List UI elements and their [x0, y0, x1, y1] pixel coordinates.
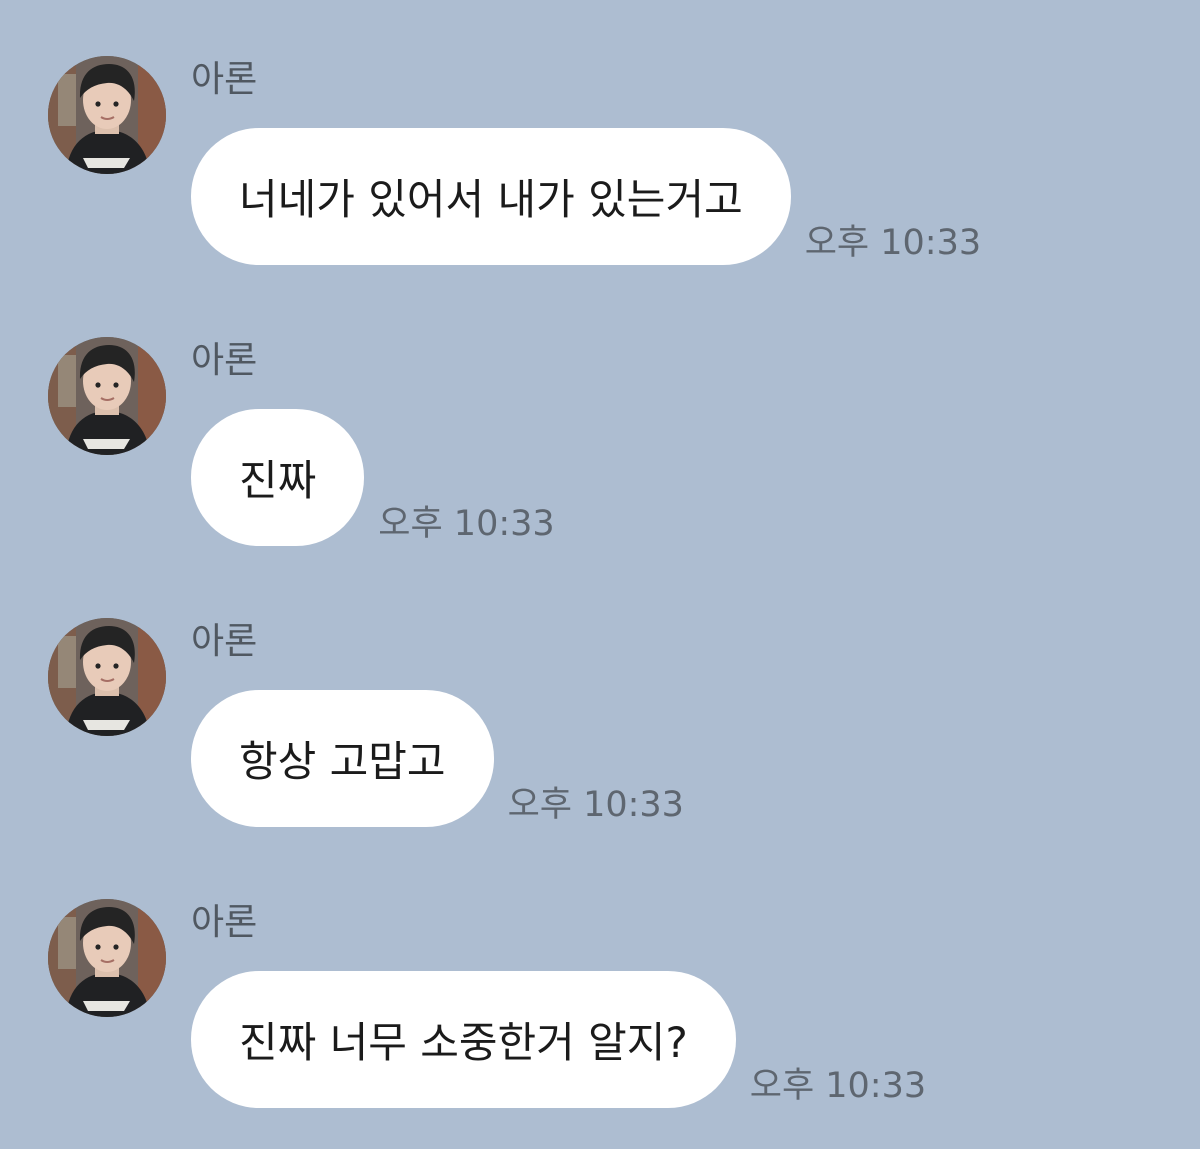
message-row: 너네가 있어서 내가 있는거고 오후 10:33 — [191, 128, 981, 265]
sender-name: 아론 — [191, 340, 258, 381]
message-group: 아론 너네가 있어서 내가 있는거고 오후 10:33 — [0, 56, 1200, 306]
message-bubble[interactable]: 항상 고맙고 — [191, 690, 494, 827]
profile-avatar[interactable] — [48, 899, 166, 1017]
chat-area: 아론 너네가 있어서 내가 있는거고 오후 10:33 아론 진짜 오후 10:… — [0, 0, 1200, 1133]
profile-avatar[interactable] — [48, 337, 166, 455]
message-time: 오후 10:33 — [804, 223, 982, 263]
message-time: 오후 10:33 — [378, 504, 555, 544]
message-row: 항상 고맙고 오후 10:33 — [191, 690, 684, 827]
message-bubble[interactable]: 너네가 있어서 내가 있는거고 — [191, 128, 791, 265]
message-bubble[interactable]: 진짜 — [191, 409, 365, 546]
profile-avatar[interactable] — [48, 618, 166, 736]
message-time: 오후 10:33 — [507, 785, 684, 825]
message-bubble[interactable]: 진짜 너무 소중한거 알지? — [191, 971, 736, 1108]
profile-photo-icon — [48, 618, 166, 736]
message-group: 아론 항상 고맙고 오후 10:33 — [0, 618, 1200, 868]
sender-name: 아론 — [191, 59, 258, 100]
profile-photo-icon — [48, 337, 166, 455]
message-time: 오후 10:33 — [749, 1066, 927, 1106]
message-row: 진짜 너무 소중한거 알지? 오후 10:33 — [191, 971, 926, 1108]
sender-name: 아론 — [191, 902, 258, 943]
message-group: 아론 진짜 오후 10:33 — [0, 337, 1200, 587]
profile-avatar[interactable] — [48, 56, 166, 174]
profile-photo-icon — [48, 899, 166, 1017]
message-group: 아론 진짜 너무 소중한거 알지? 오후 10:33 — [0, 899, 1200, 1149]
message-row: 진짜 오후 10:33 — [191, 409, 555, 546]
sender-name: 아론 — [191, 621, 258, 662]
profile-photo-icon — [48, 56, 166, 174]
